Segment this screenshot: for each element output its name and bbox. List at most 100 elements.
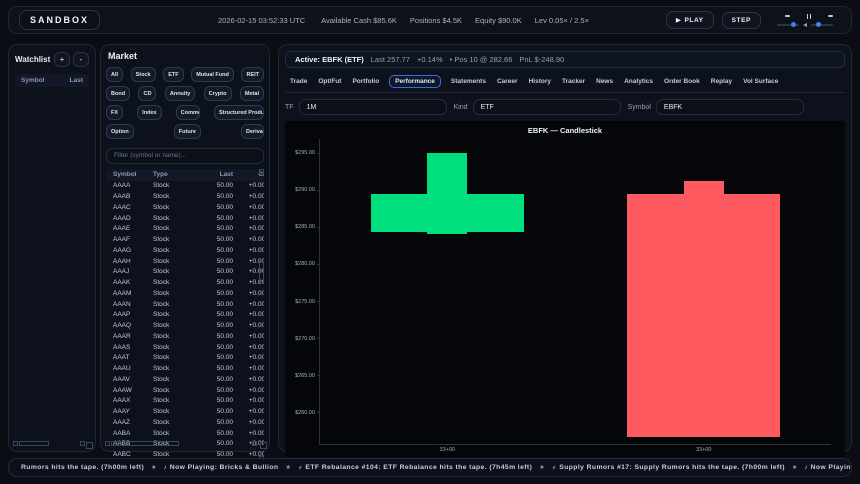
tab-history[interactable]: History [528,76,552,87]
category-chip-structured-product[interactable]: Structured Product [214,105,264,120]
market-cell-last: 50.00 [195,333,233,340]
y-tick-label: $280.00 [295,261,315,267]
play-icon: ▶ [676,16,682,24]
market-table-row[interactable]: AAABStock50.00+0.00% [106,191,264,202]
category-chip-etf[interactable]: ETF [163,67,183,82]
market-table-row[interactable]: AAAFStock50.00+0.00% [106,234,264,245]
market-cell-type: Stock [153,301,195,308]
category-chip-metal[interactable]: Metal [240,86,264,101]
tab-portfolio[interactable]: Portfolio [351,76,380,87]
watchlist-add-button[interactable]: + [54,52,70,67]
market-table-row[interactable]: AAAVStock50.00+0.00% [106,374,264,385]
tab-news[interactable]: News [595,76,614,87]
market-resize-handle[interactable] [260,442,267,449]
chart-control-tf: TF [285,99,447,115]
active-symbol-title: Active: EBFK (ETF) [295,55,364,64]
market-table-row[interactable]: AAACStock50.00+0.00% [106,202,264,213]
category-chip-future[interactable]: Future [174,124,201,139]
market-vscrollbar-thumb[interactable] [259,261,264,283]
category-chip-reit[interactable]: REIT [241,67,264,82]
y-tick-mark [317,412,320,413]
market-table-row[interactable]: AAAZStock50.00+0.00% [106,417,264,428]
market-table-row[interactable]: AAADStock50.00+0.00% [106,213,264,224]
market-cell-type: Stock [153,419,195,426]
category-chip-cd[interactable]: CD [138,86,156,101]
field-input-kind[interactable] [473,99,621,115]
y-tick-label: $275.00 [295,299,315,305]
category-chip-annuity[interactable]: Annuity [165,86,195,101]
category-chip-all[interactable]: All [106,67,123,82]
market-col-type: Type [153,171,195,178]
market-table-row[interactable]: AAATStock50.00+0.00% [106,353,264,364]
market-table-row[interactable]: AAAWStock50.00+0.00% [106,385,264,396]
category-chip-commodity[interactable]: Commodity [176,105,200,120]
tab-opt-fut[interactable]: Opt/Fut [317,76,342,87]
category-chip-index[interactable]: Index [137,105,161,120]
market-table-row[interactable]: AAAHStock50.00+0.00% [106,256,264,267]
x-axis-tick: 33+00 [696,444,711,453]
market-table-row[interactable]: AAAUStock50.00+0.00% [106,363,264,374]
y-tick-label: $270.00 [295,336,315,342]
speed-slider-thumb[interactable] [791,22,796,27]
play-button[interactable]: ▶PLAY [666,11,714,29]
market-cell-type: Stock [153,290,195,297]
category-chip-option[interactable]: Option [106,124,134,139]
topbar-controls: ▶PLAY STEP [666,11,841,29]
market-table-row[interactable]: AAAPStock50.00+0.00% [106,310,264,321]
market-table-row[interactable]: AAAYStock50.00+0.00% [106,406,264,417]
tab-career[interactable]: Career [496,76,519,87]
market-table-row[interactable]: AAAAStock50.00+0.00% [106,181,264,192]
tab-analytics[interactable]: Analytics [623,76,654,87]
market-cell-type: Stock [153,354,195,361]
speed-up-icon[interactable] [828,15,833,17]
market-cell-symbol: AAAU [113,365,153,372]
y-axis-tick: $285.00 [295,224,320,230]
market-table-row[interactable]: AABAStock50.00+0.00% [106,428,264,439]
tab-order-book[interactable]: Order Book [663,76,701,87]
market-table-row[interactable]: AAANStock50.00+0.00% [106,299,264,310]
volume-slider[interactable] [811,24,833,26]
app-logo: SANDBOX [19,10,100,30]
speed-down-icon[interactable] [785,15,790,17]
tab-vol-surface[interactable]: Vol Surface [742,76,779,87]
category-chip-crypto[interactable]: Crypto [204,86,232,101]
market-filter-input[interactable] [106,148,264,164]
category-chip-bond[interactable]: Bond [106,86,130,101]
watchlist-remove-button[interactable]: - [73,52,89,67]
watchlist-resize-handle[interactable] [86,442,93,449]
step-button[interactable]: STEP [722,12,761,29]
tab-replay[interactable]: Replay [710,76,733,87]
market-hscrollbar[interactable] [105,441,257,446]
topbar: SANDBOX 2026-02-15 03:52:33 UTC Availabl… [8,6,852,34]
category-chip-derivative[interactable]: Derivative [241,124,264,139]
category-chip-mutual-fund[interactable]: Mutual Fund [191,67,234,82]
market-cell-type: Stock [153,365,195,372]
market-table-row[interactable]: AAAEStock50.00+0.00% [106,224,264,235]
watchlist-hscrollbar[interactable] [13,441,85,446]
account-stat: Equity $90.0K [475,16,522,25]
market-table-row[interactable]: AAAQStock50.00+0.00% [106,320,264,331]
pause-icon[interactable] [807,14,812,19]
category-chip-stock[interactable]: Stock [131,67,156,82]
market-cell-symbol: AAAD [113,215,153,222]
market-table-row[interactable]: AAAKStock50.00+0.00% [106,277,264,288]
market-table-row[interactable]: AAARStock50.00+0.00% [106,331,264,342]
tab-performance[interactable]: Performance [389,75,441,88]
speed-slider[interactable] [777,24,799,26]
field-input-symbol[interactable] [656,99,804,115]
market-table-row[interactable]: AAAMStock50.00+0.00% [106,288,264,299]
tab-tracker[interactable]: Tracker [561,76,586,87]
x-tick-label: 33+00 [696,447,711,453]
field-input-tf[interactable] [299,99,447,115]
category-chip-fx[interactable]: FX [106,105,123,120]
market-table-row[interactable]: AAAGStock50.00+0.00% [106,245,264,256]
tab-trade[interactable]: Trade [289,76,308,87]
market-vscrollbar[interactable] [259,169,264,461]
market-table-row[interactable]: AAAXStock50.00+0.00% [106,396,264,407]
tab-statements[interactable]: Statements [450,76,487,87]
market-table-row[interactable]: AAASStock50.00+0.00% [106,342,264,353]
market-cell-last: 50.00 [195,279,233,286]
x-tick-label: 33+00 [440,447,455,453]
volume-slider-thumb[interactable] [816,22,821,27]
market-table-row[interactable]: AAAJStock50.00+0.00% [106,267,264,278]
